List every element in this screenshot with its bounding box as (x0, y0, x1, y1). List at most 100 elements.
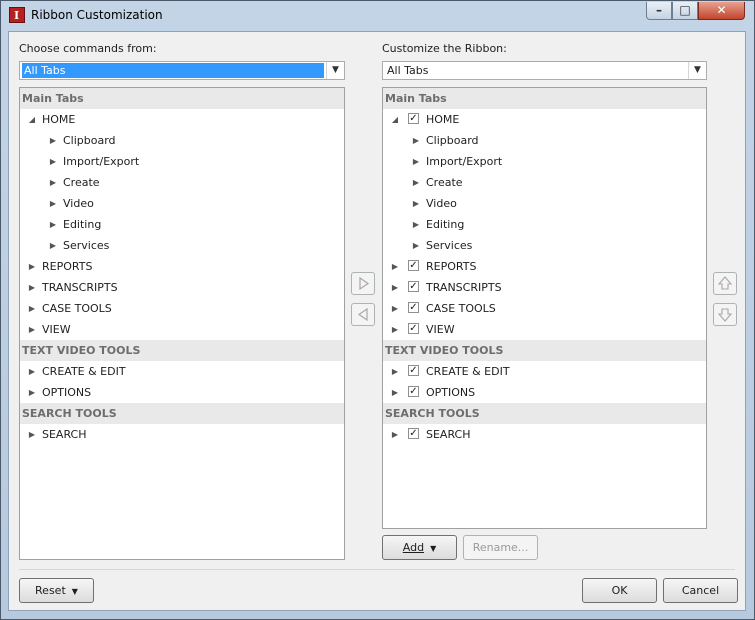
expanded-triangle-icon[interactable]: ◢ (390, 109, 400, 130)
tree-item[interactable]: ▶ VIEW (20, 319, 344, 340)
tree-item-label: Editing (426, 218, 465, 231)
collapsed-triangle-icon[interactable]: ▶ (48, 214, 58, 235)
collapsed-triangle-icon[interactable]: ▶ (48, 172, 58, 193)
commands-tree[interactable]: Main Tabs ◢ HOME ▶ Clipboard ▶ Import/Export ▶ C… (19, 87, 345, 560)
tree-item[interactable]: ▶ ✓ REPORTS (383, 256, 706, 277)
tree-item[interactable]: ▶ CREATE & EDIT (20, 361, 344, 382)
tree-group-label: Main Tabs (385, 92, 447, 105)
collapsed-triangle-icon[interactable]: ▶ (411, 214, 421, 235)
tree-item[interactable]: ▶ Video (20, 193, 344, 214)
collapsed-triangle-icon[interactable]: ▶ (411, 151, 421, 172)
minimize-button[interactable]: – (646, 2, 672, 20)
move-left-button[interactable] (351, 303, 375, 326)
tree-item[interactable]: ▶ Clipboard (20, 130, 344, 151)
customize-ribbon-combo[interactable]: All Tabs ▼ (382, 61, 707, 80)
collapsed-triangle-icon[interactable]: ▶ (390, 424, 400, 445)
collapsed-triangle-icon[interactable]: ▶ (390, 277, 400, 298)
collapsed-triangle-icon[interactable]: ▶ (27, 277, 37, 298)
move-right-button[interactable] (351, 272, 375, 295)
arrow-down-icon (717, 308, 733, 322)
collapsed-triangle-icon[interactable]: ▶ (411, 172, 421, 193)
tree-item[interactable]: ▶ Video (383, 193, 706, 214)
collapsed-triangle-icon[interactable]: ▶ (390, 256, 400, 277)
tree-item-checkbox[interactable]: ✓ (408, 365, 419, 376)
dropdown-arrow-icon: ▼ (69, 587, 78, 596)
choose-commands-combo[interactable]: All Tabs ▼ (19, 61, 345, 80)
collapsed-triangle-icon[interactable]: ▶ (27, 424, 37, 445)
tree-item-checkbox[interactable]: ✓ (408, 323, 419, 334)
ok-button[interactable]: OK (582, 578, 657, 603)
ribbon-tree[interactable]: Main Tabs ◢ ✓ HOME ▶ Clipboard ▶ Import/Export ▶… (382, 87, 707, 529)
tree-item-label: Clipboard (63, 134, 116, 147)
tree-item[interactable]: ▶ Editing (20, 214, 344, 235)
collapsed-triangle-icon[interactable]: ▶ (27, 361, 37, 382)
tree-item-checkbox[interactable]: ✓ (408, 428, 419, 439)
move-down-button[interactable] (713, 303, 737, 326)
tree-group-header: SEARCH TOOLS (383, 403, 706, 424)
tree-item-label: Create (426, 176, 463, 189)
tree-item[interactable]: ▶ Create (383, 172, 706, 193)
collapsed-triangle-icon[interactable]: ▶ (390, 298, 400, 319)
collapsed-triangle-icon[interactable]: ▶ (27, 382, 37, 403)
tree-group-header: TEXT VIDEO TOOLS (383, 340, 706, 361)
collapsed-triangle-icon[interactable]: ▶ (411, 130, 421, 151)
tree-item-checkbox[interactable]: ✓ (408, 260, 419, 271)
tree-item-label: CREATE & EDIT (42, 365, 126, 378)
title-bar[interactable]: I Ribbon Customization – □ ✕ (1, 1, 754, 31)
chevron-down-icon[interactable]: ▼ (326, 62, 344, 79)
tree-item[interactable]: ▶ ✓ TRANSCRIPTS (383, 277, 706, 298)
tree-item[interactable]: ▶ ✓ OPTIONS (383, 382, 706, 403)
chevron-down-icon[interactable]: ▼ (688, 62, 706, 79)
reset-button[interactable]: Reset ▼ (19, 578, 94, 603)
tree-item[interactable]: ▶ Services (383, 235, 706, 256)
tree-item-label: Video (426, 197, 457, 210)
collapsed-triangle-icon[interactable]: ▶ (390, 361, 400, 382)
collapsed-triangle-icon[interactable]: ▶ (48, 130, 58, 151)
collapsed-triangle-icon[interactable]: ▶ (27, 298, 37, 319)
tree-item[interactable]: ◢ ✓ HOME (383, 109, 706, 130)
collapsed-triangle-icon[interactable]: ▶ (411, 235, 421, 256)
tree-item[interactable]: ▶ TRANSCRIPTS (20, 277, 344, 298)
add-button[interactable]: Add ▼ (382, 535, 457, 560)
tree-item[interactable]: ▶ OPTIONS (20, 382, 344, 403)
maximize-button[interactable]: □ (672, 2, 698, 20)
tree-item-label: CREATE & EDIT (426, 365, 510, 378)
tree-item[interactable]: ◢ HOME (20, 109, 344, 130)
tree-item[interactable]: ▶ SEARCH (20, 424, 344, 445)
tree-item[interactable]: ▶ Import/Export (383, 151, 706, 172)
tree-item[interactable]: ▶ Editing (383, 214, 706, 235)
tree-item[interactable]: ▶ Import/Export (20, 151, 344, 172)
collapsed-triangle-icon[interactable]: ▶ (390, 319, 400, 340)
collapsed-triangle-icon[interactable]: ▶ (27, 319, 37, 340)
tree-item-checkbox[interactable]: ✓ (408, 302, 419, 313)
move-up-button[interactable] (713, 272, 737, 295)
tree-item[interactable]: ▶ Clipboard (383, 130, 706, 151)
tree-item[interactable]: ▶ CASE TOOLS (20, 298, 344, 319)
collapsed-triangle-icon[interactable]: ▶ (48, 151, 58, 172)
ribbon-customization-window: I Ribbon Customization – □ ✕ Choose comm… (0, 0, 755, 620)
collapsed-triangle-icon[interactable]: ▶ (390, 382, 400, 403)
collapsed-triangle-icon[interactable]: ▶ (411, 193, 421, 214)
tree-item-checkbox[interactable]: ✓ (408, 386, 419, 397)
maximize-icon: □ (679, 3, 691, 17)
expanded-triangle-icon[interactable]: ◢ (27, 109, 37, 130)
tree-item-checkbox[interactable]: ✓ (408, 113, 419, 124)
tree-group-header: TEXT VIDEO TOOLS (20, 340, 344, 361)
tree-item[interactable]: ▶ ✓ CREATE & EDIT (383, 361, 706, 382)
collapsed-triangle-icon[interactable]: ▶ (27, 256, 37, 277)
cancel-button[interactable]: Cancel (663, 578, 738, 603)
collapsed-triangle-icon[interactable]: ▶ (48, 235, 58, 256)
tree-item[interactable]: ▶ ✓ VIEW (383, 319, 706, 340)
tree-item[interactable]: ▶ Create (20, 172, 344, 193)
tree-item[interactable]: ▶ Services (20, 235, 344, 256)
tree-item[interactable]: ▶ ✓ SEARCH (383, 424, 706, 445)
tree-item-checkbox[interactable]: ✓ (408, 281, 419, 292)
collapsed-triangle-icon[interactable]: ▶ (48, 193, 58, 214)
app-icon: I (9, 7, 25, 23)
tree-item[interactable]: ▶ ✓ CASE TOOLS (383, 298, 706, 319)
arrow-left-icon (357, 307, 368, 322)
rename-button[interactable]: Rename... (463, 535, 538, 560)
close-button[interactable]: ✕ (698, 2, 745, 20)
tree-item-label: Import/Export (426, 155, 503, 168)
tree-item[interactable]: ▶ REPORTS (20, 256, 344, 277)
